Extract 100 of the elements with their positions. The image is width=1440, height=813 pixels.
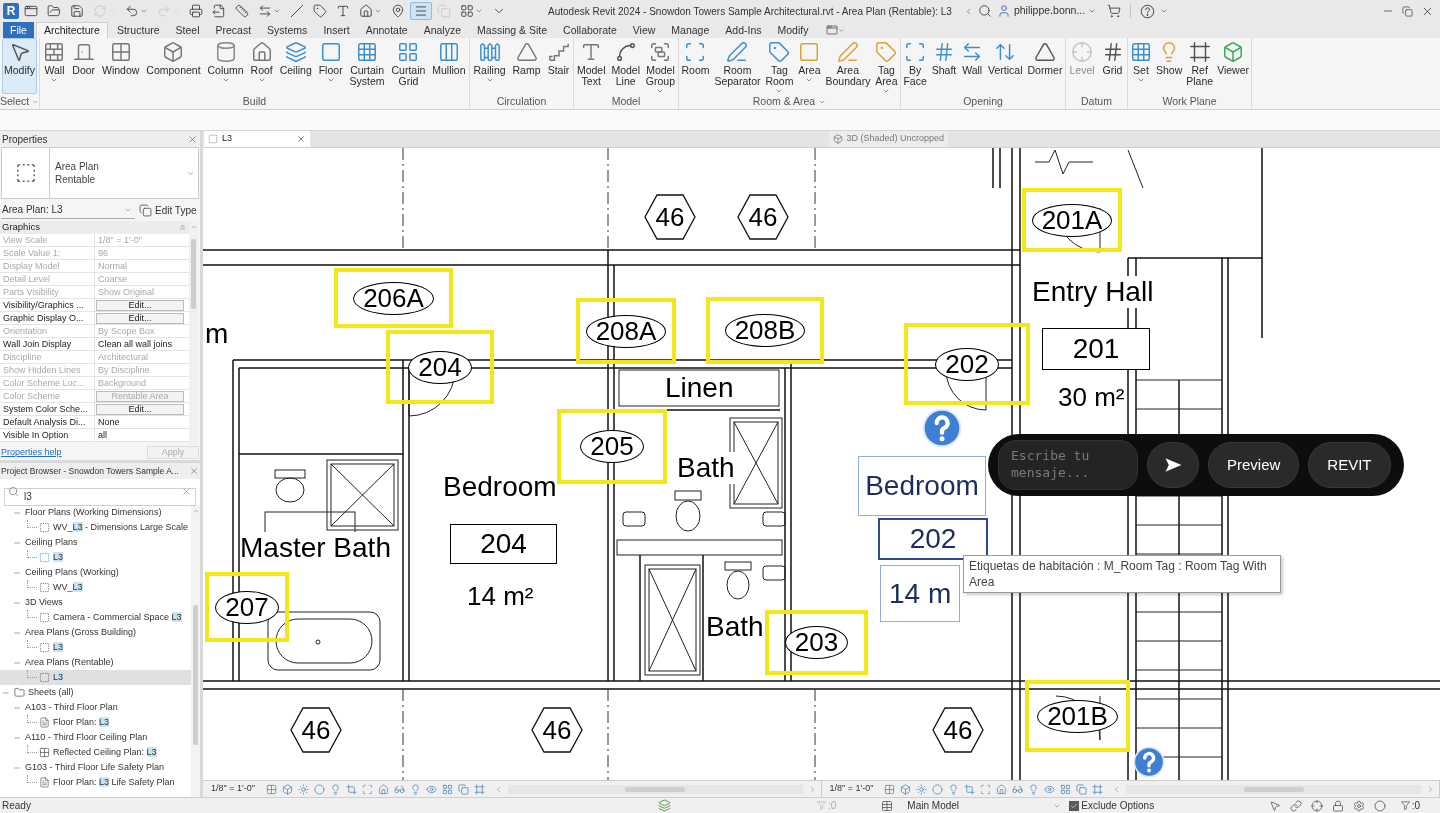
document-tab[interactable]: 3D (Shaded) Uncropped [828, 131, 949, 147]
room-tag[interactable]: 208B [724, 314, 806, 347]
copy-icon[interactable] [457, 783, 469, 795]
frame-icon[interactable] [473, 783, 485, 795]
tree-item[interactable]: WV_L3 - Dimensions Large Scale [0, 520, 191, 535]
ribbon-tool[interactable]: By Face [901, 38, 929, 94]
restore-icon[interactable] [1402, 5, 1413, 17]
tree-item[interactable]: Reflected Ceiling Plan: L3 [0, 745, 191, 760]
scan-icon[interactable] [980, 783, 992, 795]
search-field[interactable]: l3 [4, 487, 196, 506]
circle-icon[interactable] [313, 783, 325, 795]
ribbon-tool[interactable]: Column [205, 38, 246, 94]
house-icon[interactable] [377, 783, 389, 795]
crop-icon[interactable] [345, 783, 357, 795]
ribbon-tool[interactable]: Door [70, 38, 98, 94]
checkbox[interactable] [1069, 800, 1080, 811]
eye-icon[interactable] [425, 783, 437, 795]
tree-folder[interactable]: Sheets (all) [0, 685, 191, 700]
help-marker-icon[interactable] [922, 408, 962, 448]
ribbon-tool[interactable]: Wall [959, 38, 986, 94]
ribbon-tab[interactable]: Add-Ins [718, 22, 769, 38]
view-scale[interactable]: 1/8" = 1'-0" [211, 782, 255, 796]
help-icon[interactable] [1140, 3, 1156, 19]
help-marker-icon[interactable] [1133, 746, 1165, 778]
ribbon-tool[interactable]: Railing [471, 38, 508, 94]
ribbon-tool[interactable]: Tag Area [873, 38, 900, 94]
user-menu[interactable]: philippe.bonn... [996, 3, 1097, 19]
filter-icon[interactable] [1399, 800, 1411, 811]
ribbon-tab[interactable]: Annotate [358, 22, 415, 38]
lock-icon[interactable] [1331, 799, 1344, 812]
tree-group[interactable]: G103 - Third Floor Life Safety Plan [0, 760, 191, 775]
ribbon-tool[interactable]: Room Separator [712, 38, 763, 94]
clear-icon[interactable] [181, 486, 192, 497]
room-tag[interactable]: 201A [1031, 203, 1113, 237]
panel-title[interactable]: Room & Area [679, 95, 900, 109]
lightbulb-icon[interactable] [1028, 783, 1040, 795]
ribbon-tab[interactable]: Analyze [416, 22, 469, 38]
tiles-icon[interactable] [1060, 783, 1072, 795]
ribbon-tab[interactable]: Manage [664, 22, 717, 38]
house-icon[interactable] [996, 783, 1008, 795]
selected-room-number[interactable]: 202 [878, 518, 988, 560]
ribbon-tool[interactable]: Ref Plane [1184, 38, 1216, 94]
scrollbar-thumb[interactable] [193, 605, 198, 745]
link-icon[interactable] [1289, 799, 1302, 812]
frame-icon[interactable] [1092, 783, 1104, 795]
property-button[interactable]: Edit... [96, 312, 184, 324]
cart-icon[interactable] [1107, 4, 1122, 18]
glasses-icon[interactable] [1012, 783, 1024, 795]
lightbulb-icon[interactable] [948, 783, 960, 795]
property-group-header[interactable]: Graphics [0, 221, 189, 234]
circle-icon[interactable] [1373, 799, 1386, 812]
room-tag[interactable]: 203 [784, 626, 849, 659]
cube-icon[interactable] [281, 783, 293, 795]
ribbon-tool[interactable]: Set [1128, 38, 1154, 94]
filter-icon[interactable] [816, 800, 827, 811]
ribbon-tool[interactable]: Modify [2, 38, 37, 94]
tree-item[interactable]: L3 [0, 670, 191, 685]
ribbon-tool[interactable]: Viewer [1215, 38, 1252, 94]
tiles-icon[interactable] [441, 783, 453, 795]
tree-group[interactable]: Area Plans (Gross Building) [0, 625, 191, 640]
scroll-right-icon[interactable] [1426, 784, 1435, 794]
circle-icon[interactable] [932, 783, 944, 795]
sun-icon[interactable] [297, 783, 309, 795]
ribbon-tab[interactable]: File [3, 22, 34, 38]
property-button[interactable]: Edit... [96, 403, 184, 415]
chat-action-button[interactable]: REVIT [1308, 442, 1391, 488]
tree-group[interactable]: Ceiling Plans (Working) [0, 565, 191, 580]
view-scale[interactable]: 1/8" = 1'-0" [829, 782, 874, 796]
lightbulb-icon[interactable] [409, 783, 421, 795]
room-tag[interactable]: 204 [408, 350, 472, 384]
document-tab[interactable]: L3 [204, 131, 310, 147]
app-logo[interactable]: R [3, 3, 19, 19]
ribbon-tool[interactable]: Vertical [986, 38, 1025, 94]
tree-item[interactable]: L3 [0, 550, 191, 565]
ribbon-tab[interactable]: Massing & Site [470, 22, 555, 38]
ribbon-tool[interactable]: Floor [316, 38, 345, 94]
ribbon-tab[interactable]: Systems [260, 22, 315, 38]
edit-type-button[interactable]: Edit Type [139, 202, 197, 218]
scrollbar-thumb[interactable] [191, 239, 196, 309]
ribbon-tool[interactable]: Dormer [1025, 38, 1065, 94]
lightbulb-icon[interactable] [329, 783, 341, 795]
chat-action-button[interactable]: Preview [1208, 442, 1300, 488]
tree-group[interactable]: A110 - Third Floor Ceiling Plan [0, 730, 191, 745]
tree-group[interactable]: Ceiling Plans [0, 535, 191, 550]
close-icon[interactable] [296, 134, 306, 144]
caret-icon[interactable] [1160, 7, 1169, 15]
room-tag[interactable]: 202 [935, 347, 999, 381]
tree-group[interactable]: 3D Views [0, 595, 191, 610]
ribbon-tool[interactable]: Shaft [929, 38, 959, 94]
scrollbar-thumb[interactable] [1243, 786, 1304, 792]
tree-item[interactable]: Floor Plan: L3 [0, 715, 191, 730]
ribbon-tool[interactable]: Component [144, 38, 203, 94]
glasses-icon[interactable] [393, 783, 405, 795]
table-icon[interactable] [881, 799, 894, 812]
send-button[interactable] [1147, 442, 1199, 488]
ribbon-tool[interactable]: Stair [545, 38, 572, 94]
scroll-up-icon[interactable] [189, 223, 198, 231]
ribbon-tab[interactable]: Modify [770, 22, 816, 38]
properties-help-link[interactable]: Properties help [1, 445, 62, 460]
ribbon-tool[interactable]: Mullion [430, 38, 468, 94]
